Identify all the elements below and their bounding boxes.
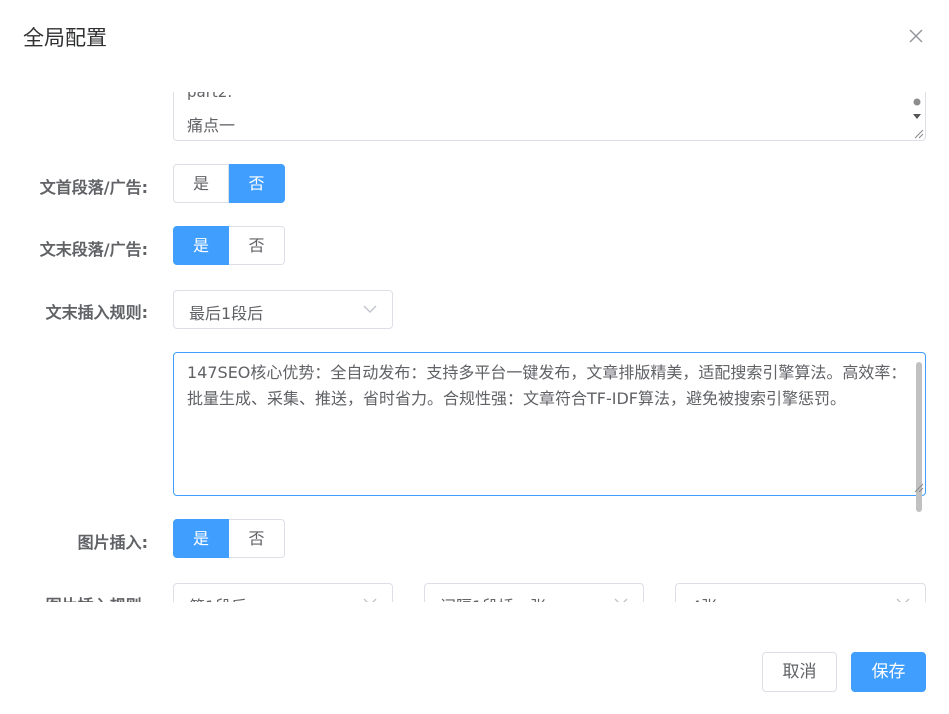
- top-textarea[interactable]: part2: 痛点一: [173, 92, 926, 141]
- footer-paragraph-yes[interactable]: 是: [173, 226, 229, 265]
- save-button[interactable]: 保存: [851, 652, 926, 692]
- header-paragraph-label: 文首段落/广告:: [39, 178, 148, 197]
- header-paragraph-yes[interactable]: 是: [173, 164, 229, 203]
- footer-paragraph-no[interactable]: 否: [229, 226, 285, 265]
- image-count-select[interactable]: 4张: [675, 583, 926, 602]
- image-insert-rule-label: 图片插入规则:: [0, 592, 148, 602]
- textarea-partial-line: part2:: [187, 92, 233, 101]
- image-interval-select[interactable]: 间隔1段插一张: [424, 583, 644, 602]
- header-paragraph-toggle: 是 否: [173, 164, 285, 203]
- footer-paragraph-toggle: 是 否: [173, 226, 285, 265]
- footer-insert-rule-label: 文末插入规则:: [45, 303, 148, 322]
- footer-insert-rule-select[interactable]: 最后1段后: [173, 290, 393, 329]
- image-insert-toggle: 是 否: [173, 519, 285, 558]
- chevron-down-icon: [363, 598, 377, 602]
- scroll-arrows-icon[interactable]: [913, 96, 921, 126]
- image-position-value: 第1段后: [189, 593, 247, 602]
- chevron-down-icon: [896, 598, 910, 602]
- footer-insert-rule-value: 最后1段后: [189, 304, 264, 323]
- footer-text-textarea[interactable]: 147SEO核心优势：全自动发布：支持多平台一键发布，文章排版精美，适配搜索引擎…: [173, 352, 926, 496]
- resize-grip-icon[interactable]: [913, 128, 924, 139]
- resize-grip-icon[interactable]: [913, 482, 924, 493]
- image-position-select[interactable]: 第1段后: [173, 583, 393, 602]
- image-interval-value: 间隔1段插一张: [440, 593, 546, 602]
- close-icon[interactable]: [906, 26, 926, 46]
- image-count-value: 4张: [691, 593, 717, 602]
- image-insert-label: 图片插入:: [77, 533, 148, 552]
- chevron-down-icon: [363, 305, 377, 313]
- image-insert-no[interactable]: 否: [229, 519, 285, 558]
- dialog-body[interactable]: part2: 痛点一 文首段落/广告: 是 否 文末段落/广告: 是 否 文末插…: [0, 92, 949, 602]
- textarea-line: 痛点一: [187, 116, 236, 135]
- dialog-title: 全局配置: [23, 26, 107, 50]
- image-insert-yes[interactable]: 是: [173, 519, 229, 558]
- header-paragraph-no[interactable]: 否: [229, 164, 285, 203]
- footer-paragraph-label: 文末段落/广告:: [39, 240, 148, 259]
- chevron-down-icon: [614, 598, 628, 602]
- cancel-button[interactable]: 取消: [762, 652, 837, 692]
